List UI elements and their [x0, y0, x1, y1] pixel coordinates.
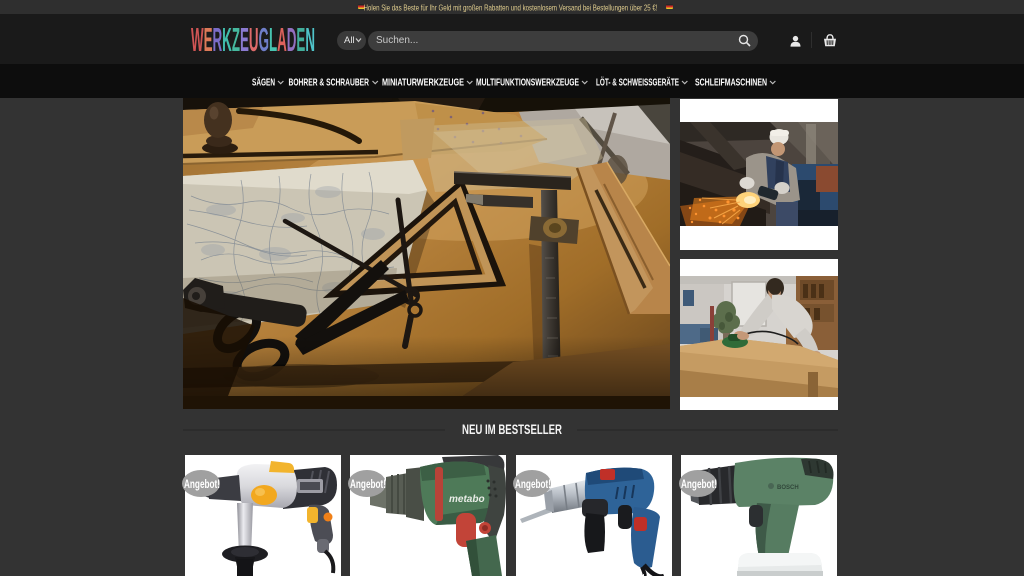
svg-text:BOHRER & SCHRAUBER: BOHRER & SCHRAUBER: [289, 78, 370, 89]
svg-text:MULTIFUNKTIONSWERKZEUGE: MULTIFUNKTIONSWERKZEUGE: [476, 78, 579, 89]
svg-text:SCHLEIFMASCHINEN: SCHLEIFMASCHINEN: [695, 78, 767, 89]
svg-text:metabo: metabo: [449, 494, 485, 505]
svg-text:NEU IM BESTSELLER: NEU IM BESTSELLER: [462, 422, 562, 437]
svg-text:Holen Sie das Beste für Ihr Ge: Holen Sie das Beste für Ihr Geld mit gro…: [364, 4, 658, 13]
svg-text:Angebot!: Angebot!: [515, 479, 551, 491]
svg-text:Angebot!: Angebot!: [681, 479, 717, 491]
svg-text:Angebot!: Angebot!: [184, 479, 220, 491]
svg-text:SÄGEN: SÄGEN: [252, 76, 275, 89]
svg-text:Angebot!: Angebot!: [350, 479, 386, 491]
svg-text:MINIATURWERKZEUGE: MINIATURWERKZEUGE: [382, 78, 464, 89]
svg-text:BOSCH: BOSCH: [777, 485, 799, 491]
svg-text:WERKZEUGLADEN: WERKZEUGLADEN: [191, 26, 315, 56]
svg-text:LÖT- & SCHWEISSGERÄTE: LÖT- & SCHWEISSGERÄTE: [596, 76, 679, 89]
